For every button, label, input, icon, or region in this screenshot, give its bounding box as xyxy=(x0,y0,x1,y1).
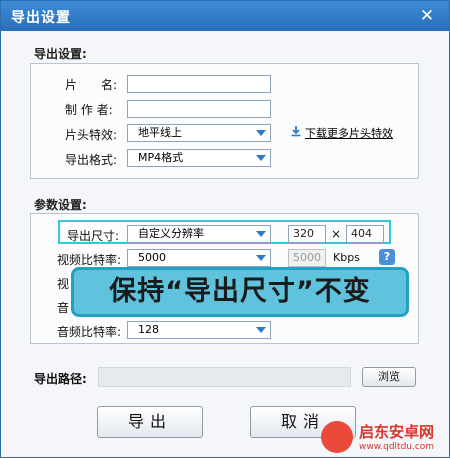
intro-effect-label: 片头特效: xyxy=(65,128,118,142)
author-label: 制 作 者: xyxy=(65,103,113,117)
export-button[interactable]: 导出 xyxy=(97,406,203,438)
format-value: MP4格式 xyxy=(138,151,184,164)
annotation-text: 保持“导出尺寸”不变 xyxy=(109,276,371,307)
height-input[interactable]: 404 xyxy=(346,225,384,243)
name-input[interactable] xyxy=(127,75,271,93)
watermark-url: www.qdltdu.com xyxy=(359,442,435,452)
width-input[interactable]: 320 xyxy=(288,225,326,243)
size-label: 导出尺寸: xyxy=(67,229,120,243)
window-title: 导出设置 xyxy=(11,10,71,26)
size-select[interactable]: 自定义分辨率 xyxy=(127,225,271,243)
kbps-unit: Kbps xyxy=(333,251,360,264)
title-bar[interactable]: 导出设置 ✕ xyxy=(1,1,449,31)
hidden-row-label-1: 视 xyxy=(57,277,70,291)
watermark-logo-icon xyxy=(321,421,353,453)
export-settings-dialog: 导出设置 ✕ 导出设置: 片 名: 制 作 者: 片头特效: 地平线上 下载更多… xyxy=(0,0,450,458)
watermark-site-name: 启东安卓网 xyxy=(359,423,435,441)
intro-effect-value: 地平线上 xyxy=(138,126,182,139)
video-bitrate-value: 5000 xyxy=(138,251,166,264)
chevron-down-icon xyxy=(256,327,266,333)
chevron-down-icon xyxy=(256,231,266,237)
format-label: 导出格式: xyxy=(65,153,118,167)
close-icon[interactable]: ✕ xyxy=(415,5,439,27)
intro-effect-select[interactable]: 地平线上 xyxy=(127,124,271,142)
annotation-banner: 保持“导出尺寸”不变 xyxy=(71,267,409,317)
author-input[interactable] xyxy=(127,100,271,118)
download-icon[interactable] xyxy=(290,125,302,137)
video-bitrate-label: 视频比特率: xyxy=(57,253,122,267)
download-more-effects-link[interactable]: 下载更多片头特效 xyxy=(305,125,393,141)
times-sign: × xyxy=(331,227,342,241)
name-label: 片 名: xyxy=(65,78,118,92)
audio-bitrate-select[interactable]: 128 xyxy=(127,321,271,339)
chevron-down-icon xyxy=(256,255,266,261)
size-value: 自定义分辨率 xyxy=(138,227,204,240)
video-bitrate-input: 5000 xyxy=(288,249,326,267)
audio-bitrate-value: 128 xyxy=(138,323,159,336)
export-path-field[interactable] xyxy=(98,367,351,387)
export-path-label: 导出路径: xyxy=(34,372,87,386)
video-bitrate-select[interactable]: 5000 xyxy=(127,249,271,267)
help-icon[interactable]: ? xyxy=(379,249,395,265)
browse-button[interactable]: 浏览 xyxy=(362,367,416,387)
chevron-down-icon xyxy=(256,155,266,161)
export-group-title: 导出设置: xyxy=(34,47,87,61)
audio-bitrate-label: 音频比特率: xyxy=(57,325,122,339)
hidden-row-label-2: 音 xyxy=(57,301,70,315)
chevron-down-icon xyxy=(256,130,266,136)
format-select[interactable]: MP4格式 xyxy=(127,149,271,167)
param-group-title: 参数设置: xyxy=(34,198,87,212)
site-watermark: 启东安卓网 www.qdltdu.com xyxy=(319,417,450,458)
